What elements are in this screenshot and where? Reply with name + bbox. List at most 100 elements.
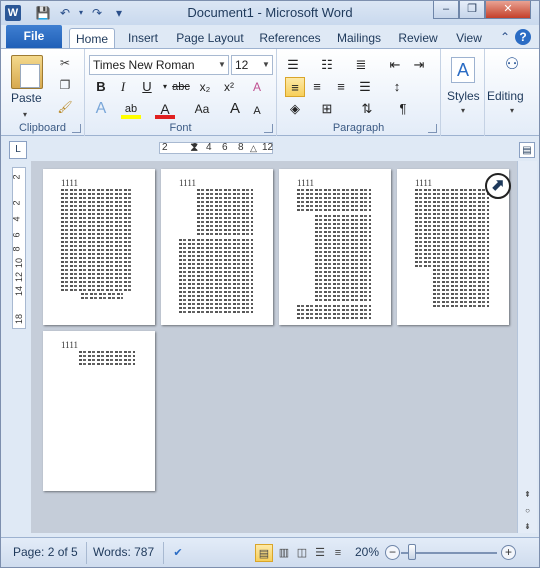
font-size-value: 12 (235, 58, 249, 72)
styles-group[interactable]: A Styles ▾ (441, 49, 485, 136)
close-button[interactable]: ✕ (485, 1, 531, 19)
vruler-tick: 14 (14, 285, 25, 297)
zoom-level[interactable]: 20% (355, 545, 379, 559)
web-layout-button[interactable]: ◫ (293, 544, 311, 562)
help-icon[interactable]: ? (515, 29, 531, 45)
print-layout-view-button[interactable]: ▤ (255, 544, 273, 562)
tab-page-layout[interactable]: Page Layout (171, 28, 249, 49)
zoom-in-button[interactable]: + (501, 545, 516, 560)
page-thumbnail[interactable]: 1111 (279, 169, 391, 325)
minimize-ribbon-icon[interactable]: ⌃ (497, 29, 513, 45)
title-bar: W 💾 ↶ ▾ ↷ ▾ Document1 - Microsoft Word –… (1, 1, 539, 25)
format-painter-icon[interactable]: 🖌 (57, 99, 73, 115)
right-indent-icon[interactable]: △ (250, 143, 257, 154)
ruler-tick: 6 (222, 142, 228, 153)
tab-view[interactable]: View (449, 28, 489, 49)
clipboard-group: Paste ▾ ✂ ❐ 🖌 Clipboard (1, 49, 85, 136)
full-screen-reading-button[interactable]: ▥ (275, 544, 293, 562)
page-header-text: 1111 (415, 178, 432, 188)
paste-button[interactable]: Paste (11, 91, 42, 105)
styles-dropdown-icon[interactable]: ▾ (455, 103, 471, 119)
clipboard-launcher-icon[interactable] (72, 124, 81, 133)
page-thumbnail[interactable]: 1111 (43, 331, 155, 491)
vertical-scrollbar[interactable]: ⇞ ○ ⇟ (517, 161, 537, 533)
paragraph-group-label: Paragraph (332, 122, 385, 134)
highlight-button[interactable]: ab (121, 99, 141, 119)
sort-icon[interactable]: ⇅ (357, 99, 377, 119)
vruler-tick: 2 (11, 200, 22, 206)
font-group: Times New Roman ▼ 12 ▼ B I U ▾ abc x₂ x²… (85, 49, 277, 136)
show-marks-button[interactable]: ¶ (393, 99, 413, 119)
binoculars-icon[interactable]: ⚇ (501, 57, 523, 81)
align-right-button[interactable]: ≡ (331, 77, 351, 97)
editing-button[interactable]: Editing (487, 89, 524, 103)
styles-icon[interactable]: A (451, 57, 475, 83)
increase-indent-icon[interactable]: ⇥ (409, 55, 429, 75)
editing-dropdown-icon[interactable]: ▾ (504, 103, 520, 119)
align-left-button[interactable]: ≡ (285, 77, 305, 97)
font-size-combo[interactable]: 12 ▼ (231, 55, 273, 75)
page-thumbnail[interactable]: 1111 (161, 169, 273, 325)
page-thumbnail[interactable]: 1111 (43, 169, 155, 325)
page-text-block (315, 215, 371, 303)
tab-references[interactable]: References (255, 28, 325, 49)
draft-view-button[interactable]: ≡ (329, 544, 347, 562)
ruler-tick: 4 (206, 142, 212, 153)
text-effects-button[interactable]: A (91, 99, 111, 119)
italic-button[interactable]: I (113, 77, 133, 97)
bold-button[interactable]: B (91, 77, 111, 97)
superscript-button[interactable]: x² (219, 77, 239, 97)
bullets-icon[interactable]: ☰ (283, 55, 303, 75)
page-header-text: 1111 (179, 178, 196, 188)
paragraph-launcher-icon[interactable] (428, 124, 437, 133)
proofing-icon[interactable]: ✔ (169, 544, 187, 562)
select-browse-object-icon[interactable]: ○ (520, 503, 535, 519)
next-page-icon[interactable]: ⇟ (520, 519, 535, 535)
paste-dropdown-icon[interactable]: ▾ (17, 107, 33, 123)
shrink-font-button[interactable]: A (247, 101, 267, 121)
zoom-slider-thumb[interactable] (408, 544, 416, 560)
zoom-out-button[interactable]: − (385, 545, 400, 560)
numbering-icon[interactable]: ☷ (317, 55, 337, 75)
font-color-button[interactable]: A (155, 99, 175, 119)
borders-icon[interactable]: ⊞ (317, 99, 337, 119)
font-launcher-icon[interactable] (264, 124, 273, 133)
paste-icon[interactable] (11, 55, 43, 89)
copy-icon[interactable]: ❐ (57, 77, 73, 93)
font-name-dropdown-icon[interactable]: ▼ (216, 56, 228, 74)
editing-group[interactable]: ⚇ Editing ▾ (485, 49, 539, 136)
document-canvas[interactable]: 1111 1111 1111 1111 1111 (31, 161, 517, 533)
tab-selector[interactable]: L (9, 141, 27, 159)
justify-button[interactable]: ☰ (355, 77, 375, 97)
decrease-indent-icon[interactable]: ⇤ (385, 55, 405, 75)
restore-button[interactable]: ❐ (459, 1, 485, 19)
horizontal-ruler[interactable]: 2 ⧗ 2 4 6 8 △ 12 (159, 140, 273, 154)
change-case-button[interactable]: Aa (189, 99, 215, 119)
multilevel-list-icon[interactable]: ≣ (351, 55, 371, 75)
outline-view-button[interactable]: ☰ (311, 544, 329, 562)
font-size-dropdown-icon[interactable]: ▼ (260, 56, 272, 74)
minimize-button[interactable]: – (433, 1, 459, 19)
strikethrough-button[interactable]: abc (171, 77, 191, 97)
view-ruler-icon[interactable]: ▤ (519, 142, 535, 158)
tab-file[interactable]: File (6, 25, 62, 48)
font-name-combo[interactable]: Times New Roman ▼ (89, 55, 229, 75)
styles-button[interactable]: Styles (447, 89, 480, 103)
line-spacing-icon[interactable]: ↕ (387, 77, 407, 97)
shading-icon[interactable]: ◈ (285, 99, 305, 119)
tab-insert[interactable]: Insert (121, 28, 165, 49)
align-center-button[interactable]: ≡ (307, 77, 327, 97)
clear-formatting-button[interactable]: A (247, 77, 267, 97)
tab-home[interactable]: Home (69, 28, 115, 49)
previous-page-icon[interactable]: ⇞ (520, 487, 535, 503)
vertical-ruler[interactable]: 2 2 4 6 8 10 12 14 18 (12, 167, 26, 329)
cut-icon[interactable]: ✂ (57, 55, 73, 71)
tab-review[interactable]: Review (393, 28, 443, 49)
page-text-block (415, 189, 489, 269)
underline-button[interactable]: U (137, 77, 157, 97)
tab-mailings[interactable]: Mailings (331, 28, 387, 49)
subscript-button[interactable]: x₂ (195, 77, 215, 97)
word-count-status[interactable]: Words: 787 (93, 545, 154, 559)
grow-font-button[interactable]: A (225, 99, 245, 119)
page-count-status[interactable]: Page: 2 of 5 (13, 545, 78, 559)
